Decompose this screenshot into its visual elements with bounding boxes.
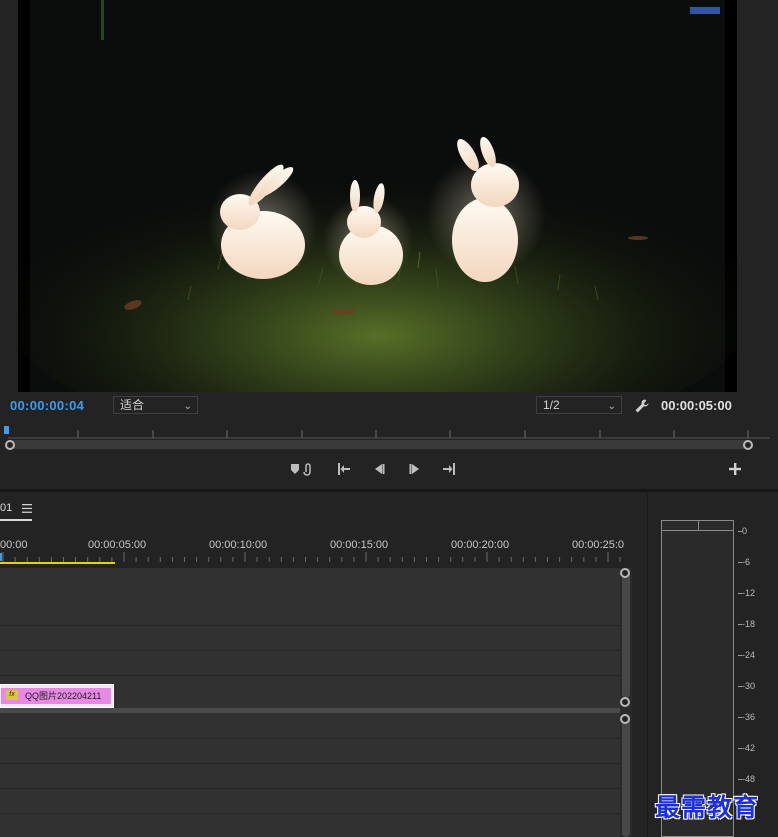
button-editor-button[interactable] [724, 457, 746, 481]
track-divider [0, 675, 620, 676]
monitor-time-ruler[interactable] [0, 424, 778, 440]
track-divider [0, 813, 620, 814]
zoom-level-value: 适合 [120, 398, 145, 412]
track-area[interactable]: fx QQ图片202204211 [0, 568, 625, 837]
transport-controls [0, 457, 778, 483]
timeline-panel: 01 00:00 00:00:05:00 00:00:10:00 00:00:1… [0, 492, 643, 837]
fx-badge[interactable]: fx [6, 690, 18, 700]
playback-resolution-dropdown[interactable]: 1/2 ⌄ [536, 396, 622, 414]
hamburger-menu-icon[interactable] [22, 504, 32, 513]
video-preview[interactable] [18, 0, 737, 392]
audio-meter-panel: 0 -6 -12 -18 -24 -30 -36 -42 -48 [647, 492, 778, 837]
db-label: 0 [742, 526, 748, 536]
rabbit-lanterns-image [18, 0, 737, 392]
zoom-level-dropdown[interactable]: 适合 ⌄ [113, 396, 198, 414]
insert-marker-button[interactable] [288, 457, 314, 481]
db-label: -30 [742, 681, 756, 691]
db-label: -6 [742, 557, 751, 567]
track-divider [0, 738, 620, 739]
timeline-clip[interactable]: fx QQ图片202204211 [0, 684, 114, 708]
wrench-icon[interactable] [634, 398, 650, 414]
ruler-ticks [0, 552, 621, 564]
plus-icon [729, 463, 741, 475]
current-timecode[interactable]: 00:00:00:04 [10, 398, 84, 413]
chevron-down-icon: ⌄ [607, 401, 616, 412]
db-label: -18 [742, 619, 756, 629]
marker-icon [291, 463, 311, 476]
video-audio-divider[interactable] [0, 708, 625, 713]
db-label: -24 [742, 650, 756, 660]
track-divider [0, 650, 620, 651]
meter-peak-indicator[interactable] [662, 521, 733, 531]
step-forward-button[interactable] [404, 457, 426, 481]
clip-body: fx QQ图片202204211 [1, 688, 111, 704]
scrollbar-thumb[interactable] [622, 568, 630, 698]
step-forward-icon [409, 464, 419, 474]
go-to-out-icon [443, 463, 455, 475]
scrollbar-thumb[interactable] [622, 714, 630, 837]
go-to-in-button[interactable] [333, 457, 355, 481]
track-divider [0, 625, 620, 626]
program-monitor: 00:00:00:04 适合 ⌄ 1/2 ⌄ 00:00:05:00 [0, 0, 778, 490]
scrollbar-handle[interactable] [620, 714, 630, 724]
timeline-vertical-scrollbar[interactable] [620, 568, 632, 837]
work-area-bar [0, 562, 115, 564]
chevron-down-icon: ⌄ [183, 401, 192, 412]
go-to-in-icon [338, 463, 350, 475]
playhead-marker [4, 426, 9, 434]
scrollbar-handle[interactable] [620, 568, 630, 578]
scrollbar-left-handle[interactable] [5, 440, 15, 450]
playback-resolution-value: 1/2 [543, 398, 560, 412]
db-label: -48 [742, 774, 756, 784]
track-divider [0, 788, 620, 789]
monitor-zoom-scrollbar[interactable] [10, 440, 748, 449]
sequence-tab[interactable]: 01 [0, 502, 12, 514]
playhead-marker [0, 553, 2, 561]
db-label: -36 [742, 712, 756, 722]
duration-timecode: 00:00:05:00 [661, 398, 732, 413]
scrollbar-right-handle[interactable] [743, 440, 753, 450]
meter-channel-divider [698, 521, 699, 531]
db-label: -42 [742, 743, 756, 753]
clip-name: QQ图片202204211 [25, 691, 102, 701]
step-back-icon [375, 464, 385, 474]
step-back-button[interactable] [368, 457, 390, 481]
active-tab-indicator [0, 519, 32, 521]
track-divider [0, 763, 620, 764]
timeline-time-ruler[interactable]: 00:00 00:00:05:00 00:00:10:00 00:00:15:0… [0, 534, 625, 568]
watermark: 最需教育 [655, 793, 760, 822]
db-label: -12 [742, 588, 756, 598]
scrollbar-handle[interactable] [620, 697, 630, 707]
go-to-out-button[interactable] [438, 457, 460, 481]
